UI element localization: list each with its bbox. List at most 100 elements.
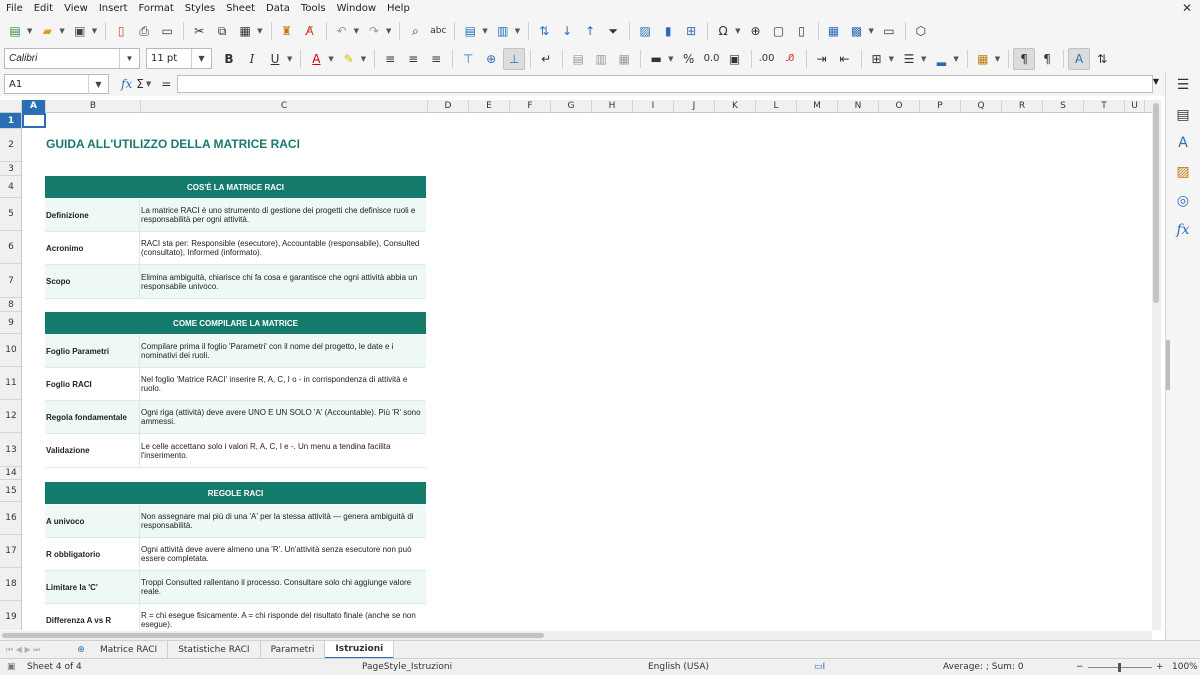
- comment-icon[interactable]: ▢: [768, 20, 790, 42]
- underline-icon[interactable]: U: [264, 48, 286, 70]
- page-style[interactable]: PageStyle_Istruzioni: [362, 662, 452, 672]
- table-row[interactable]: Scopo Elimina ambiguità, chiarisce chi f…: [45, 265, 426, 299]
- column-header[interactable]: M: [797, 100, 838, 113]
- column-header[interactable]: Q: [961, 100, 1002, 113]
- row-header[interactable]: 5: [0, 198, 21, 231]
- column-header[interactable]: G: [551, 100, 592, 113]
- currency-format-icon[interactable]: ▬: [645, 48, 667, 70]
- undo-icon[interactable]: ↶: [331, 20, 353, 42]
- find-replace-icon[interactable]: ⌕: [404, 20, 426, 42]
- table-row[interactable]: A univoco Non assegnare mai più di una '…: [45, 505, 426, 538]
- vertical-text-alt-icon[interactable]: ⇅: [1091, 48, 1113, 70]
- menu-view[interactable]: View: [64, 3, 88, 14]
- row-header[interactable]: 14: [0, 467, 21, 480]
- function-wizard-icon[interactable]: fx: [121, 77, 132, 91]
- print-icon[interactable]: ⎙: [133, 20, 155, 42]
- increase-indent-icon[interactable]: ⇥: [811, 48, 833, 70]
- spreadsheet-grid[interactable]: GUIDA ALL'UTILIZZO DELLA MATRICE RACI CO…: [22, 113, 1152, 630]
- sidebar-collapse-handle[interactable]: [1166, 340, 1170, 390]
- row-header[interactable]: 2: [0, 129, 21, 162]
- zoom-out-icon[interactable]: −: [1076, 662, 1084, 672]
- tab-statistiche-raci[interactable]: Statistiche RACI: [168, 640, 261, 659]
- table-row[interactable]: Foglio Parametri Compilare prima il fogl…: [45, 335, 426, 368]
- row-header[interactable]: 1: [0, 113, 21, 129]
- menu-tools[interactable]: Tools: [301, 3, 326, 14]
- clear-formatting-icon[interactable]: A̸: [299, 20, 321, 42]
- column-header[interactable]: L: [756, 100, 797, 113]
- column-header[interactable]: D: [428, 100, 469, 113]
- add-decimal-icon[interactable]: .00: [756, 48, 778, 70]
- column-header[interactable]: N: [838, 100, 879, 113]
- column-header[interactable]: C: [141, 100, 428, 113]
- column-header[interactable]: K: [715, 100, 756, 113]
- menu-file[interactable]: File: [6, 3, 23, 14]
- column-header[interactable]: J: [674, 100, 715, 113]
- menu-sheet[interactable]: Sheet: [226, 3, 255, 14]
- menu-edit[interactable]: Edit: [34, 3, 53, 14]
- percent-format-icon[interactable]: %: [678, 48, 700, 70]
- bold-icon[interactable]: B: [218, 48, 240, 70]
- select-all-corner[interactable]: [0, 100, 22, 113]
- menu-styles[interactable]: Styles: [185, 3, 215, 14]
- freeze-rows-columns-icon[interactable]: ▩: [846, 20, 868, 42]
- formula-input[interactable]: [177, 75, 1154, 93]
- copy-icon[interactable]: ⧉: [211, 20, 233, 42]
- next-sheet-icon[interactable]: ▶: [24, 645, 30, 654]
- table-row[interactable]: Limitare la 'C' Troppi Consulted rallent…: [45, 571, 426, 604]
- horizontal-scroll-thumb[interactable]: [2, 633, 544, 638]
- text-direction-rtl-icon[interactable]: ¶: [1036, 48, 1058, 70]
- align-top-icon[interactable]: ⊤: [457, 48, 479, 70]
- open-folder-icon[interactable]: ▰: [36, 20, 58, 42]
- functions-icon[interactable]: fx: [1174, 221, 1192, 239]
- column-header[interactable]: P: [920, 100, 961, 113]
- row-header[interactable]: 13: [0, 433, 21, 467]
- table-row[interactable]: Differenza A vs R R = chi esegue fisicam…: [45, 604, 426, 630]
- insert-image-icon[interactable]: ▨: [634, 20, 656, 42]
- print-preview-icon[interactable]: ▭: [156, 20, 178, 42]
- vertical-text-icon[interactable]: A: [1068, 47, 1091, 70]
- cut-icon[interactable]: ✂: [188, 20, 210, 42]
- spelling-icon[interactable]: abc: [427, 20, 449, 42]
- show-draw-functions-icon[interactable]: ⬡: [910, 20, 932, 42]
- table-row[interactable]: Definizione La matrice RACI è uno strume…: [45, 199, 426, 232]
- align-middle-icon[interactable]: ⊕: [480, 48, 502, 70]
- chevron-down-icon[interactable]: ▼: [119, 49, 139, 68]
- row-header[interactable]: 8: [0, 298, 21, 312]
- text-direction-ltr-icon[interactable]: ¶: [1013, 47, 1036, 70]
- column-header[interactable]: H: [592, 100, 633, 113]
- sidebar-menu-icon[interactable]: ☰: [1174, 76, 1192, 94]
- selection-mode-icon[interactable]: ▭I: [814, 662, 825, 672]
- column-header[interactable]: F: [510, 100, 551, 113]
- column-icon[interactable]: ▥: [492, 20, 514, 42]
- sort-descending-icon[interactable]: ↑: [579, 20, 601, 42]
- align-center-icon[interactable]: ≡: [402, 48, 424, 70]
- row-icon[interactable]: ▤: [459, 20, 481, 42]
- pivot-table-icon[interactable]: ⊞: [680, 20, 702, 42]
- border-color-icon[interactable]: ▂: [930, 48, 952, 70]
- tab-matrice-raci[interactable]: Matrice RACI: [90, 640, 169, 659]
- close-document-icon[interactable]: ✕: [1182, 1, 1192, 15]
- menu-format[interactable]: Format: [139, 3, 174, 14]
- menu-window[interactable]: Window: [337, 3, 376, 14]
- font-color-icon[interactable]: A: [305, 48, 327, 70]
- hyperlink-icon[interactable]: ⊕: [745, 20, 767, 42]
- delete-decimal-icon[interactable]: .0̸: [779, 48, 801, 70]
- column-header[interactable]: O: [879, 100, 920, 113]
- row-header[interactable]: 10: [0, 334, 21, 367]
- merge-center-icon[interactable]: ▤: [567, 48, 589, 70]
- clone-formatting-icon[interactable]: ♜: [276, 20, 298, 42]
- column-header[interactable]: I: [633, 100, 674, 113]
- align-left-icon[interactable]: ≡: [379, 48, 401, 70]
- save-icon[interactable]: ▣: [69, 20, 91, 42]
- column-header[interactable]: E: [469, 100, 510, 113]
- date-format-icon[interactable]: ▣: [724, 48, 746, 70]
- row-header[interactable]: 19: [0, 601, 21, 630]
- formula-equals-icon[interactable]: =: [161, 77, 171, 91]
- sum-icon[interactable]: Σ: [136, 77, 144, 91]
- active-cell-cursor[interactable]: [22, 113, 46, 128]
- align-right-icon[interactable]: ≡: [425, 48, 447, 70]
- menu-insert[interactable]: Insert: [99, 3, 128, 14]
- sort-icon[interactable]: ⇅: [533, 20, 555, 42]
- table-row[interactable]: Validazione Le celle accettano solo i va…: [45, 434, 426, 468]
- row-header[interactable]: 18: [0, 568, 21, 601]
